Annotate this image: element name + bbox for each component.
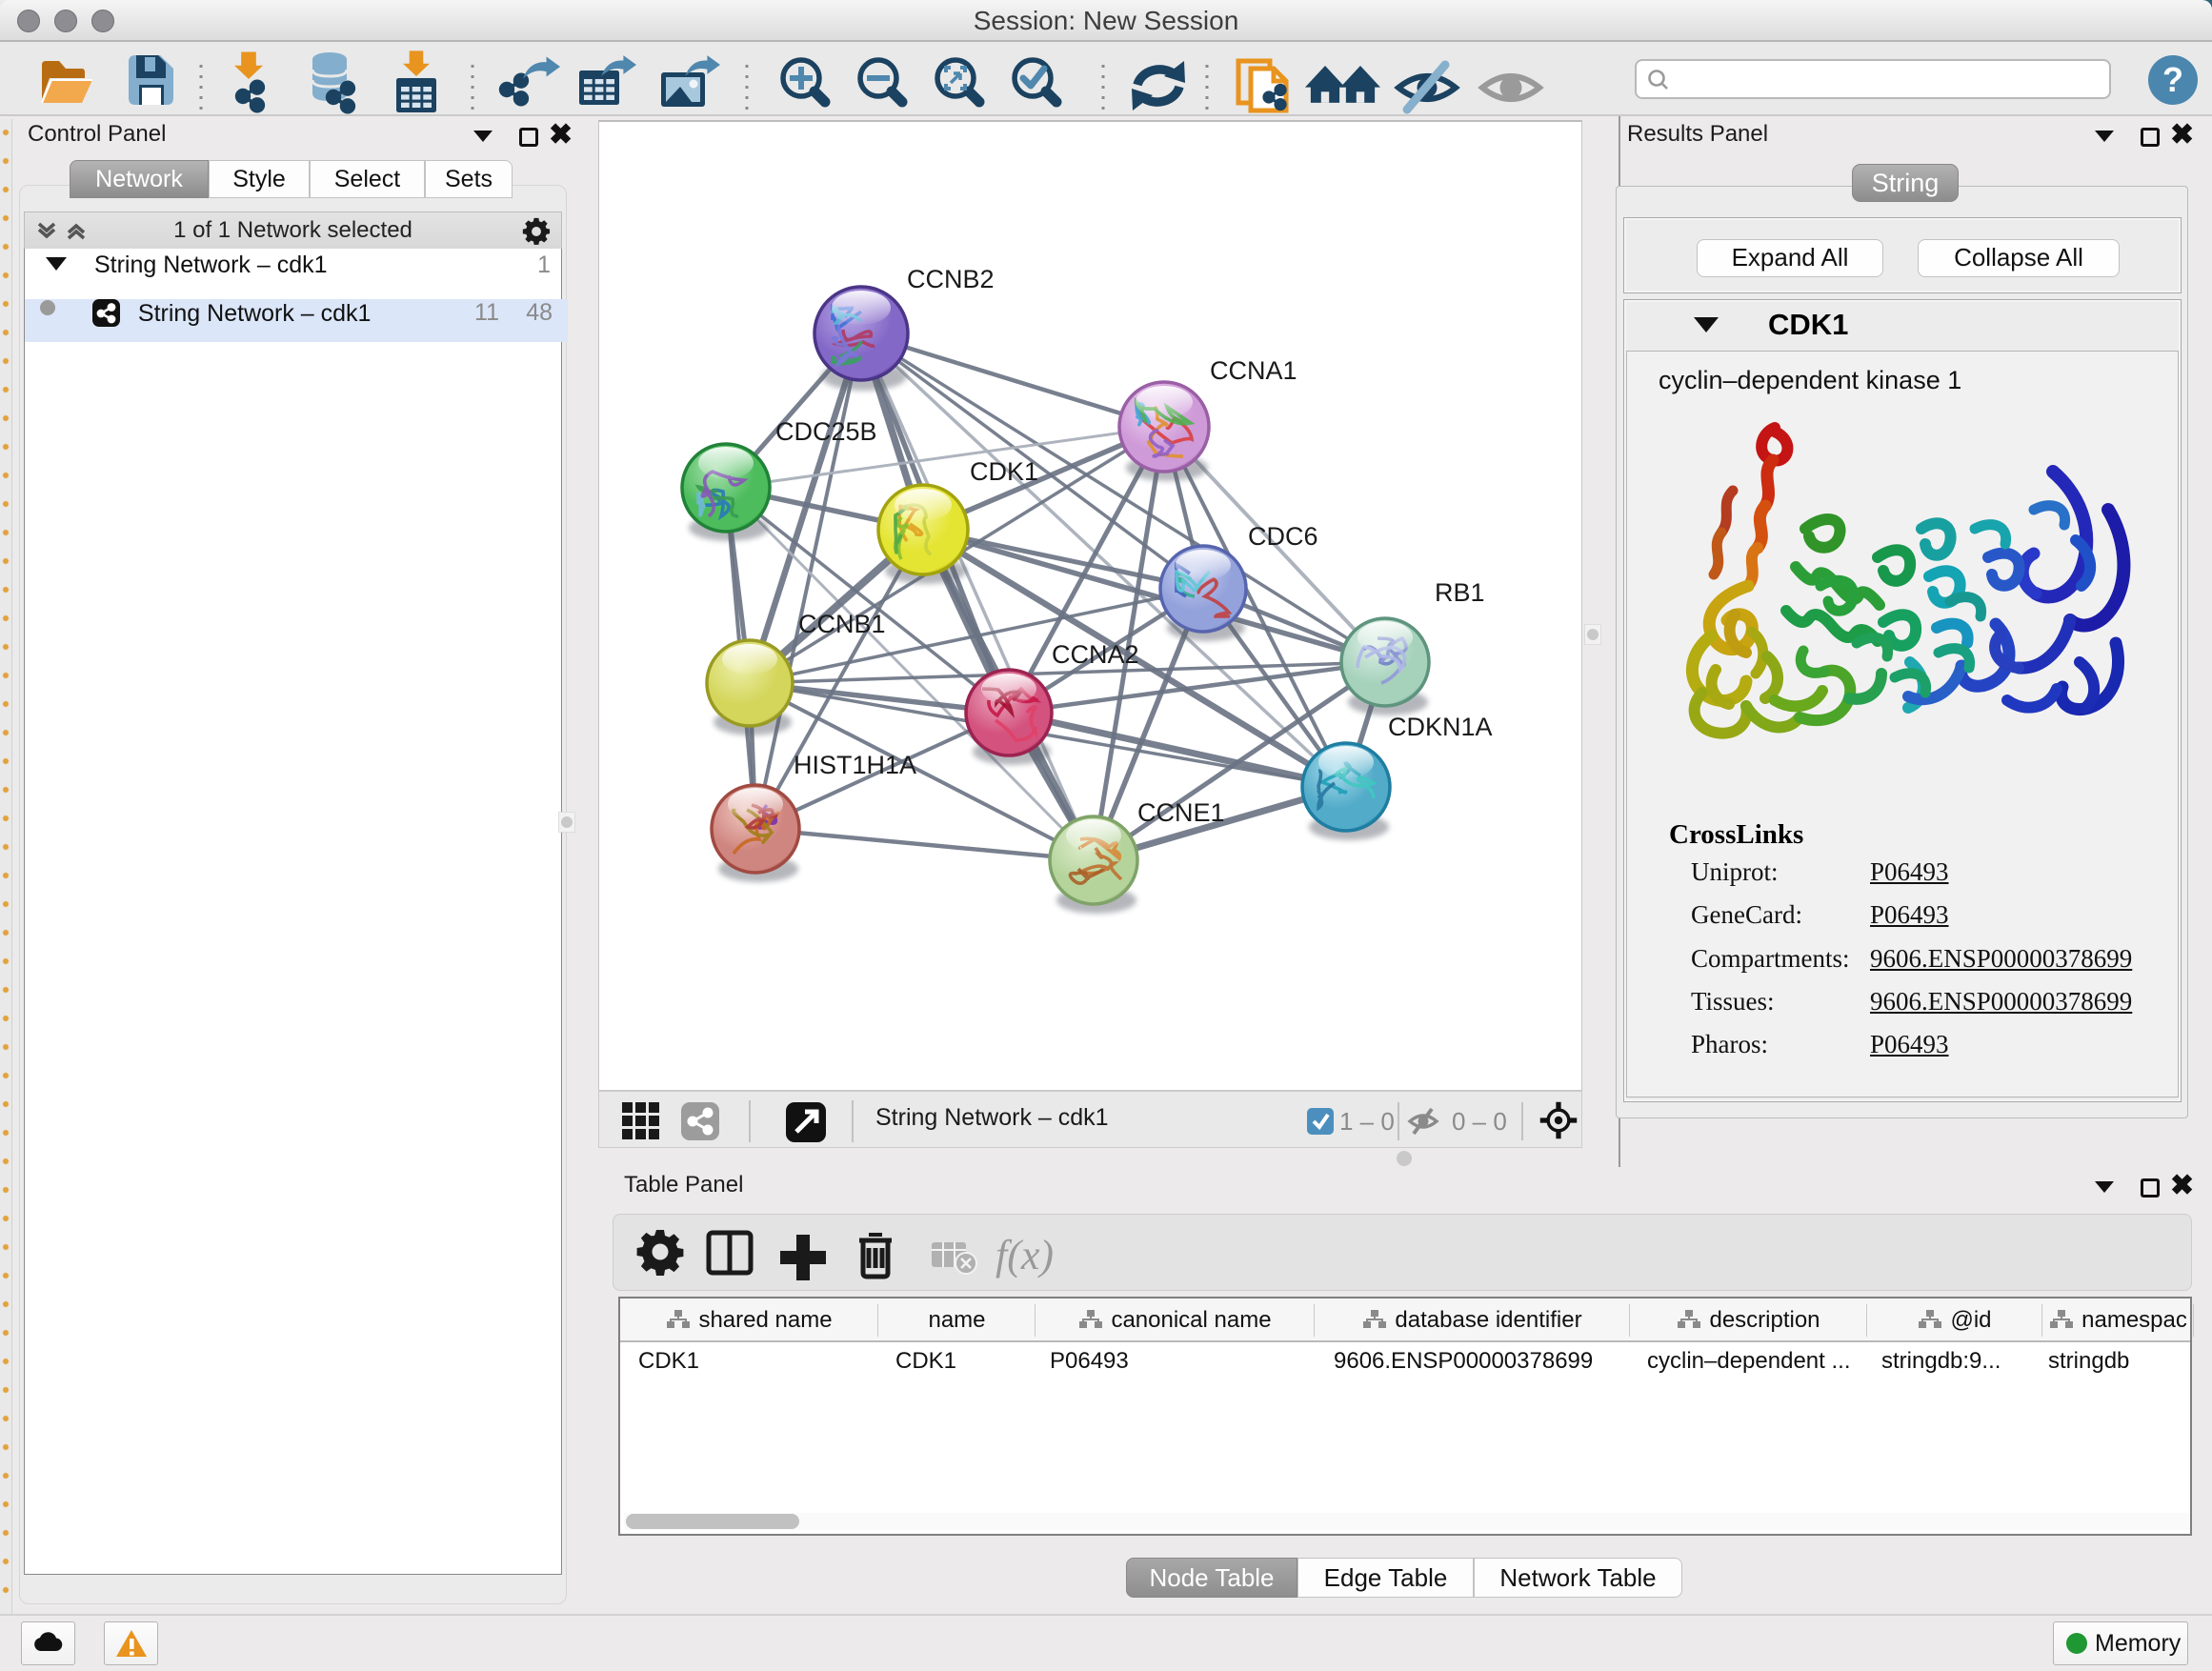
svg-text:CDC25B: CDC25B: [775, 417, 877, 446]
svg-text:1 – 0: 1 – 0: [1339, 1107, 1395, 1136]
svg-text:CCNB1: CCNB1: [798, 610, 886, 638]
svg-text:CCNA2: CCNA2: [1052, 640, 1139, 669]
svg-text:CDKN1A: CDKN1A: [1388, 713, 1493, 741]
svg-text:0 – 0: 0 – 0: [1452, 1107, 1507, 1136]
svg-text:CCNE1: CCNE1: [1137, 798, 1225, 827]
svg-text:f(x): f(x): [995, 1232, 1054, 1278]
svg-text:HIST1H1A: HIST1H1A: [794, 751, 916, 779]
svg-text:CCNA1: CCNA1: [1210, 356, 1297, 385]
svg-text:RB1: RB1: [1435, 578, 1485, 607]
svg-text:CDK1: CDK1: [970, 457, 1038, 486]
svg-text:CCNB2: CCNB2: [907, 265, 995, 293]
svg-text:CDC6: CDC6: [1248, 522, 1318, 551]
